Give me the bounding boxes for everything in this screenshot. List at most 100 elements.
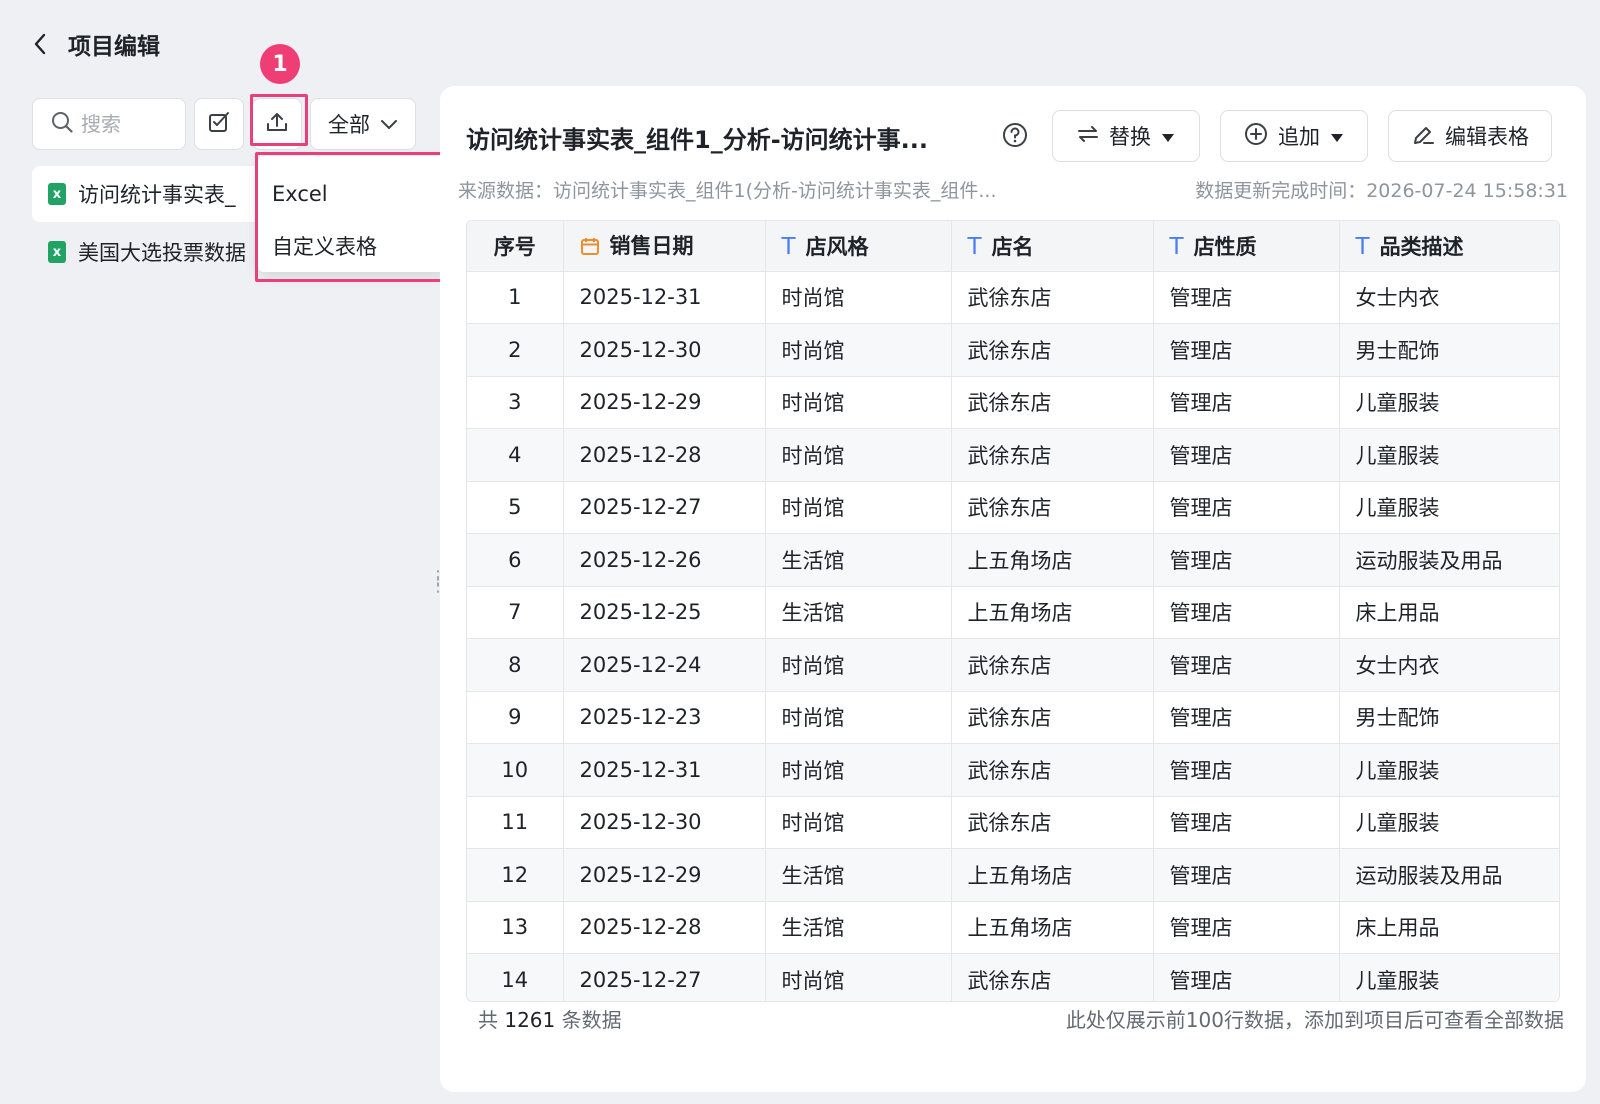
table-cell: 上五角场店 (951, 848, 1154, 902)
table-cell: 7 (467, 586, 564, 639)
text-type-icon: T (781, 233, 796, 260)
table-cell: 床上用品 (1339, 586, 1559, 639)
search-box[interactable] (32, 98, 186, 150)
table-cell: 管理店 (1153, 901, 1340, 954)
file-item-visit-stats[interactable]: x 访问统计事实表_ (32, 166, 264, 222)
table-cell: 床上用品 (1339, 901, 1559, 954)
table-row: 14 2025-12-27 时尚馆 武徐东店 管理店 儿童服装 (467, 953, 1559, 1001)
table-cell: 武徐东店 (951, 481, 1154, 534)
edit-table-button-label: 编辑表格 (1445, 125, 1529, 149)
chevron-down-icon (380, 112, 398, 136)
table-header-row: 序号 销售日期 T 店风格 T 店名 T 店性质 T 品类描述 (467, 221, 1559, 272)
column-header[interactable]: 销售日期 (563, 221, 766, 272)
menu-item-custom-table[interactable]: 自定义表格 (258, 220, 448, 272)
dataset-title: 访问统计事实表_组件1_分析-访问统计事... (466, 126, 929, 154)
table-row: 2 2025-12-30 时尚馆 武徐东店 管理店 男士配饰 (467, 323, 1559, 377)
column-header[interactable]: 序号 (467, 221, 564, 272)
table-cell: 管理店 (1153, 376, 1340, 429)
column-header[interactable]: T 店风格 (765, 221, 952, 272)
batch-select-button[interactable] (194, 98, 244, 150)
table-cell: 管理店 (1153, 691, 1340, 744)
menu-item-excel[interactable]: Excel (258, 168, 448, 220)
table-cell: 管理店 (1153, 481, 1340, 534)
table-row: 9 2025-12-23 时尚馆 武徐东店 管理店 男士配饰 (467, 691, 1559, 744)
table-row: 7 2025-12-25 生活馆 上五角场店 管理店 床上用品 (467, 586, 1559, 639)
page-header: 项目编辑 (28, 24, 160, 64)
add-circle-icon (1244, 122, 1268, 151)
column-header[interactable]: T 品类描述 (1339, 221, 1559, 272)
table-row: 3 2025-12-29 时尚馆 武徐东店 管理店 儿童服装 (467, 376, 1559, 429)
table-cell: 武徐东店 (951, 428, 1154, 482)
text-type-icon: T (967, 233, 982, 260)
help-icon[interactable] (1002, 122, 1028, 152)
table-cell: 时尚馆 (765, 481, 952, 534)
table-cell: 5 (467, 481, 564, 534)
table-cell: 上五角场店 (951, 586, 1154, 639)
update-time-label: 数据更新完成时间：2026-07-24 15:58:31 (1195, 180, 1568, 202)
search-input[interactable] (81, 112, 177, 136)
page-title: 项目编辑 (68, 34, 160, 60)
table-cell: 男士配饰 (1339, 691, 1559, 744)
table-cell: 武徐东店 (951, 638, 1154, 692)
column-header[interactable]: T 店性质 (1153, 221, 1340, 272)
filter-label: 全部 (328, 113, 370, 137)
table-cell: 上五角场店 (951, 533, 1154, 587)
step-marker-1: 1 (260, 44, 300, 84)
edit-pen-icon (1411, 123, 1435, 150)
table-cell: 运动服装及用品 (1339, 533, 1559, 587)
file-filter-select[interactable]: 全部 (310, 98, 416, 150)
upload-dropdown-menu: Excel 自定义表格 (258, 156, 448, 272)
table-cell: 2025-12-25 (563, 586, 766, 639)
table-cell: 女士内衣 (1339, 638, 1559, 692)
edit-table-button[interactable]: 编辑表格 (1388, 110, 1552, 162)
table-cell: 生活馆 (765, 848, 952, 902)
table-cell: 武徐东店 (951, 743, 1154, 797)
table-cell: 儿童服装 (1339, 376, 1559, 429)
table-cell: 1 (467, 271, 564, 324)
table-cell: 武徐东店 (951, 796, 1154, 849)
append-button[interactable]: 追加 (1220, 110, 1368, 162)
back-arrow-icon[interactable] (28, 32, 52, 56)
caret-down-icon (1330, 124, 1344, 148)
table-cell: 武徐东店 (951, 323, 1154, 377)
table-cell: 时尚馆 (765, 271, 952, 324)
data-table: 序号 销售日期 T 店风格 T 店名 T 店性质 T 品类描述 1 2025-12-31 时… (466, 220, 1560, 1002)
table-cell: 14 (467, 953, 564, 1001)
column-header[interactable]: T 店名 (951, 221, 1154, 272)
table-row: 13 2025-12-28 生活馆 上五角场店 管理店 床上用品 (467, 901, 1559, 954)
row-count: 共 1261 条数据 (478, 1008, 622, 1032)
text-type-icon: T (1355, 233, 1370, 260)
text-type-icon: T (1169, 233, 1184, 260)
table-cell: 13 (467, 901, 564, 954)
table-cell: 武徐东店 (951, 271, 1154, 324)
sidebar-toolbar: 全部 (32, 98, 416, 150)
table-cell: 时尚馆 (765, 691, 952, 744)
table-cell: 管理店 (1153, 796, 1340, 849)
table-cell: 2025-12-23 (563, 691, 766, 744)
table-cell: 时尚馆 (765, 428, 952, 482)
table-row: 5 2025-12-27 时尚馆 武徐东店 管理店 儿童服装 (467, 481, 1559, 534)
file-item-label: 美国大选投票数据 (78, 241, 246, 265)
table-cell: 2025-12-28 (563, 428, 766, 482)
search-icon (51, 111, 73, 137)
table-cell: 10 (467, 743, 564, 797)
replace-button[interactable]: 替换 (1052, 110, 1200, 162)
table-cell: 管理店 (1153, 638, 1340, 692)
preview-limit-note: 此处仅展示前100行数据，添加到项目后可查看全部数据 (1065, 1008, 1564, 1032)
table-cell: 时尚馆 (765, 743, 952, 797)
table-cell: 运动服装及用品 (1339, 848, 1559, 902)
table-row: 6 2025-12-26 生活馆 上五角场店 管理店 运动服装及用品 (467, 533, 1559, 587)
table-cell: 儿童服装 (1339, 428, 1559, 482)
table-cell: 时尚馆 (765, 796, 952, 849)
table-cell: 2025-12-31 (563, 271, 766, 324)
table-cell: 管理店 (1153, 743, 1340, 797)
table-row: 11 2025-12-30 时尚馆 武徐东店 管理店 儿童服装 (467, 796, 1559, 849)
table-cell: 上五角场店 (951, 901, 1154, 954)
table-cell: 4 (467, 428, 564, 482)
file-item-election[interactable]: x 美国大选投票数据 (32, 224, 264, 280)
table-cell: 6 (467, 533, 564, 587)
table-cell: 女士内衣 (1339, 271, 1559, 324)
table-cell: 男士配饰 (1339, 323, 1559, 377)
append-button-label: 追加 (1278, 125, 1320, 149)
upload-button[interactable] (252, 98, 302, 150)
